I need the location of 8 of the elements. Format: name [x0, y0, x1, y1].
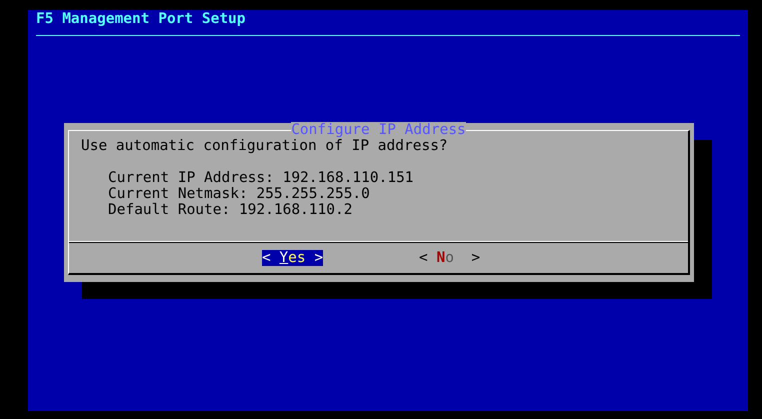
dialog-button[interactable]: < Yes > [262, 250, 324, 266]
detail-text: Current IP Address: 192.168.110.151 [108, 170, 414, 186]
screen-title: F5 Management Port Setup [36, 11, 246, 27]
detail-text: Default Route: 192.168.110.2 [108, 202, 352, 218]
question-text: Use automatic configuration of IP address? [81, 138, 448, 154]
dialog-button[interactable]: < No > [419, 250, 480, 266]
detail-text: Current Netmask: 255.255.255.0 [108, 186, 370, 202]
dialog-title: Configure IP Address [291, 122, 466, 138]
